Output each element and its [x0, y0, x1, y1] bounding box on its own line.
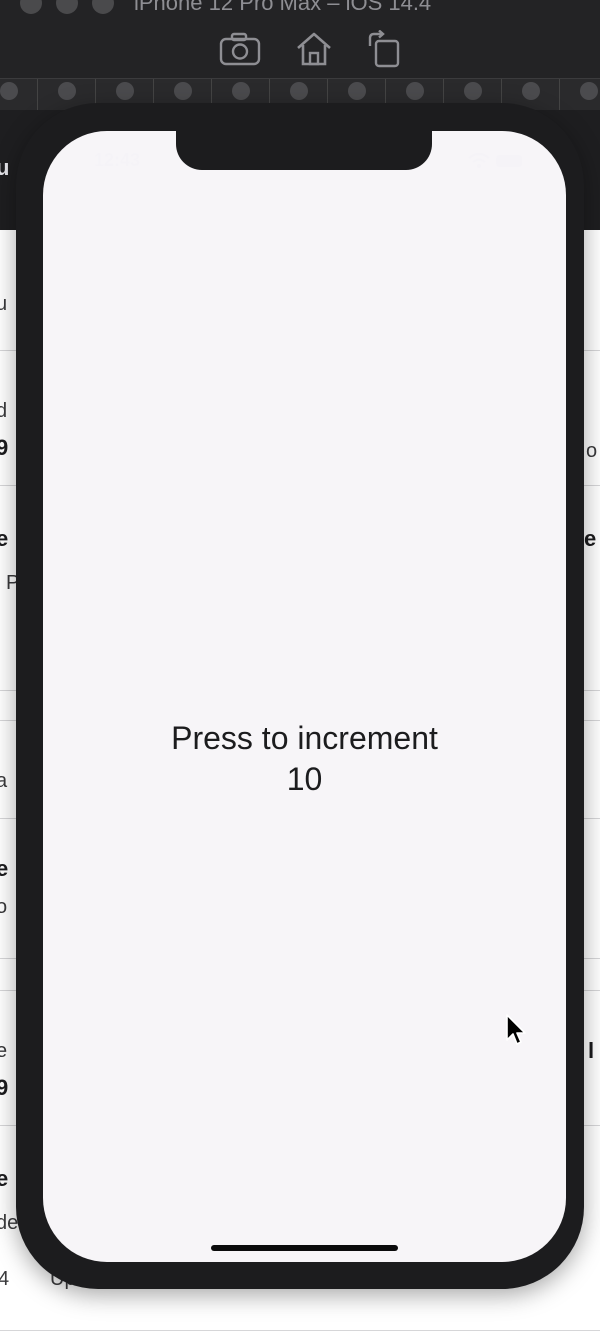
background-text: e [0, 856, 9, 881]
background-text: e [0, 1166, 9, 1191]
background-text: l [588, 1038, 595, 1063]
background-text: o [0, 896, 8, 918]
rotate-button[interactable] [362, 30, 406, 68]
simulator-title: iPhone 12 Pro Max – iOS 14.4 [134, 0, 432, 15]
screenshot-button[interactable] [218, 30, 262, 68]
background-text: a [0, 770, 8, 792]
wifi-icon [468, 153, 490, 169]
background-text: e [0, 526, 9, 551]
background-text: 9 [0, 435, 9, 460]
background-text: o [586, 440, 598, 462]
status-bar-indicators [468, 153, 522, 169]
phone-notch [176, 128, 432, 170]
increment-label[interactable]: Press to increment [43, 718, 566, 759]
home-indicator[interactable] [211, 1245, 398, 1251]
app-content[interactable]: Press to increment 10 [43, 718, 566, 800]
mouse-cursor-icon [506, 1014, 526, 1045]
home-icon [297, 32, 331, 66]
window-minimize-button[interactable] [56, 0, 78, 14]
background-text: d [0, 400, 8, 422]
home-button[interactable] [292, 30, 336, 68]
status-bar-time: 12:43 [94, 150, 141, 170]
rotate-icon [368, 30, 400, 68]
background-text: 9 [0, 1075, 9, 1100]
window-zoom-button[interactable] [92, 0, 114, 14]
phone-screen[interactable] [43, 131, 566, 1262]
simulator-toolbar: iPhone 12 Pro Max – iOS 14.4 [0, 0, 600, 79]
background-text: e [584, 526, 597, 551]
background-divider [0, 1330, 600, 1331]
window-close-button[interactable] [20, 0, 42, 14]
battery-icon [496, 155, 522, 167]
background-text: e [0, 1040, 8, 1062]
counter-value: 10 [286, 761, 323, 797]
camera-icon [219, 32, 261, 66]
background-text: 4 [0, 1268, 10, 1290]
background-text: u [0, 155, 10, 180]
background-text: u [0, 293, 8, 315]
